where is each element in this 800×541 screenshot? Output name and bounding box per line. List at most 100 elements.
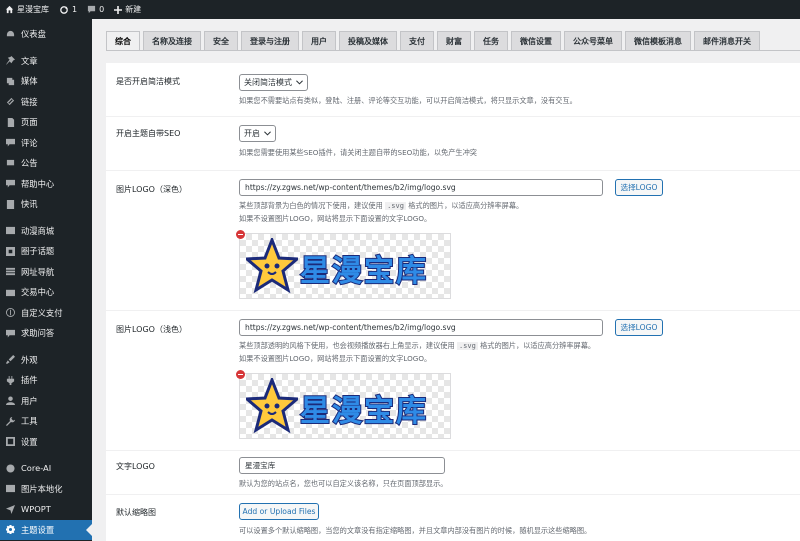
logo-dark-text: 星漫宝库 — [299, 253, 428, 290]
tab-wechat-settings[interactable]: 微信设置 — [511, 31, 561, 50]
chevron-down-icon — [296, 80, 303, 85]
admin-bar: 星漫宝库 1 0 新建 — [0, 0, 800, 19]
menu-media[interactable]: 媒体 — [0, 71, 92, 92]
megaphone-icon — [6, 159, 15, 168]
star-mascot-icon — [246, 238, 298, 294]
add-upload-files-button[interactable]: Add or Upload Files — [239, 503, 319, 520]
tab-login-register[interactable]: 登录与注册 — [241, 31, 299, 50]
logo-light-text: 星漫宝库 — [299, 393, 428, 430]
text-logo-label: 文字LOGO — [116, 462, 155, 471]
menu-theme-settings[interactable]: 主题设置 — [0, 519, 92, 540]
link-icon — [6, 97, 15, 106]
choose-logo-dark-button[interactable]: 选择LOGO — [615, 179, 663, 196]
menu-flash[interactable]: 快讯 — [0, 194, 92, 215]
tab-name-links[interactable]: 名称及连接 — [143, 31, 201, 50]
tab-payment[interactable]: 支付 — [400, 31, 434, 50]
logo-dark-url-input[interactable]: https://zy.zgws.net/wp-content/themes/b2… — [239, 179, 603, 196]
tab-wechat-template[interactable]: 微信模板消息 — [625, 31, 691, 50]
brush-icon — [6, 355, 15, 365]
seo-desc: 如果您需要使用某些SEO插件，请关闭主题自带的SEO功能，以免产生冲突 — [239, 148, 477, 157]
menu-announcement[interactable]: 公告 — [0, 153, 92, 174]
menu-tools[interactable]: 工具 — [0, 411, 92, 432]
core-ai-icon — [6, 464, 15, 473]
logo-dark-label: 图片LOGO（深色） — [116, 185, 187, 194]
thumbnail-desc: 可以设置多个默认缩略图，当您的文章没有指定缩略图，并且文章内部没有图片的时候，随… — [239, 526, 592, 535]
new-content-link[interactable]: 新建 — [109, 0, 146, 19]
row-thumbnail: 默认缩略图 Add or Upload Files 可以设置多个默认缩略图，当您… — [106, 495, 800, 541]
dashboard-icon — [6, 30, 15, 39]
star-mascot-icon — [246, 378, 298, 434]
remove-logo-light-icon[interactable] — [236, 370, 245, 379]
help-icon — [6, 179, 15, 188]
menu-help[interactable]: 帮助中心 — [0, 174, 92, 195]
image-icon — [6, 484, 15, 493]
row-seo: 开启主题自带SEO 开启 如果您需要使用某些SEO插件，请关闭主题自带的SEO功… — [106, 117, 800, 171]
page-icon — [6, 117, 15, 127]
comments-count: 0 — [99, 5, 105, 14]
menu-custom-pay[interactable]: 自定义支付 — [0, 303, 92, 324]
logo-light-desc-1: 某些顶部透明的风格下使用，也会视频播放器右上角显示，建议使用 .svg 格式的图… — [239, 341, 596, 350]
text-logo-input[interactable]: 星漫宝库 — [239, 457, 445, 474]
settings-panel: 是否开启简洁模式 关闭简洁模式 如果您不需要站点有类似，登陆、注册、评论等交互功… — [106, 63, 800, 541]
shop-icon — [6, 226, 15, 235]
seo-label: 开启主题自带SEO — [116, 129, 181, 138]
circle-icon — [6, 246, 15, 256]
menu-qa[interactable]: 求助问答 — [0, 323, 92, 344]
menu-links[interactable]: 链接 — [0, 92, 92, 113]
pin-icon — [6, 56, 15, 66]
logo-light-preview: 星漫宝库 — [236, 370, 451, 439]
menu-wpopt[interactable]: WPOPT — [0, 499, 92, 520]
tab-official-menu[interactable]: 公众号菜单 — [564, 31, 622, 50]
row-logo-dark: 图片LOGO（深色） https://zy.zgws.net/wp-conten… — [106, 171, 800, 311]
menu-nav[interactable]: 网址导航 — [0, 262, 92, 283]
new-label: 新建 — [125, 5, 142, 14]
dollar-icon — [6, 308, 15, 318]
logo-light-label: 图片LOGO（浅色） — [116, 325, 187, 334]
settings-icon — [6, 437, 15, 447]
home-icon — [5, 5, 14, 14]
wpopt-icon — [6, 504, 15, 514]
menu-plugins[interactable]: 插件 — [0, 370, 92, 391]
flash-icon — [6, 199, 15, 209]
remove-logo-dark-icon[interactable] — [236, 230, 245, 239]
tab-mail-switch[interactable]: 邮件消息开关 — [694, 31, 760, 50]
choose-logo-light-button[interactable]: 选择LOGO — [615, 319, 663, 336]
trade-icon — [6, 288, 15, 297]
nav-icon — [6, 267, 15, 276]
menu-image-local[interactable]: 图片本地化 — [0, 479, 92, 500]
menu-core-ai[interactable]: Core-AI — [0, 458, 92, 479]
menu-pages[interactable]: 页面 — [0, 112, 92, 133]
updates-link[interactable]: 1 — [54, 0, 82, 19]
menu-comments[interactable]: 评论 — [0, 133, 92, 154]
home-link[interactable]: 星漫宝库 — [0, 0, 54, 19]
tab-security[interactable]: 安全 — [204, 31, 238, 50]
logo-light-url-input[interactable]: https://zy.zgws.net/wp-content/themes/b2… — [239, 319, 603, 336]
tabs-divider — [106, 50, 800, 51]
seo-select[interactable]: 开启 — [239, 125, 276, 142]
simple-mode-desc: 如果您不需要站点有类似，登陆、注册、评论等交互功能，可以开启简洁模式，将只显示文… — [239, 96, 577, 105]
wrench-icon — [6, 416, 15, 426]
simple-mode-label: 是否开启简洁模式 — [116, 77, 180, 86]
menu-appearance[interactable]: 外观 — [0, 350, 92, 371]
menu-trade[interactable]: 交易中心 — [0, 282, 92, 303]
menu-settings[interactable]: 设置 — [0, 432, 92, 453]
text-logo-desc: 默认为您的站点名，您也可以自定义该名称，只在页面顶部显示。 — [239, 479, 448, 488]
row-text-logo: 文字LOGO 星漫宝库 默认为您的站点名，您也可以自定义该名称，只在页面顶部显示… — [106, 451, 800, 495]
menu-users[interactable]: 用户 — [0, 391, 92, 412]
comments-link[interactable]: 0 — [82, 0, 109, 19]
menu-dashboard[interactable]: 仪表盘 — [0, 24, 92, 45]
menu-posts[interactable]: 文章 — [0, 51, 92, 72]
menu-shop[interactable]: 动漫商城 — [0, 221, 92, 242]
user-icon — [6, 396, 15, 406]
tab-wealth[interactable]: 财富 — [437, 31, 471, 50]
menu-circle[interactable]: 圈子话题 — [0, 241, 92, 262]
tab-users[interactable]: 用户 — [302, 31, 336, 50]
settings-tabs: 综合 名称及连接 安全 登录与注册 用户 投稿及媒体 支付 财富 任务 微信设置… — [106, 31, 760, 50]
tab-general[interactable]: 综合 — [106, 31, 140, 50]
updates-count: 1 — [72, 5, 78, 14]
qa-icon — [6, 329, 15, 338]
tab-tasks[interactable]: 任务 — [474, 31, 508, 50]
row-logo-light: 图片LOGO（浅色） https://zy.zgws.net/wp-conten… — [106, 311, 800, 451]
simple-mode-select[interactable]: 关闭简洁模式 — [239, 74, 308, 91]
tab-submission-media[interactable]: 投稿及媒体 — [339, 31, 397, 50]
